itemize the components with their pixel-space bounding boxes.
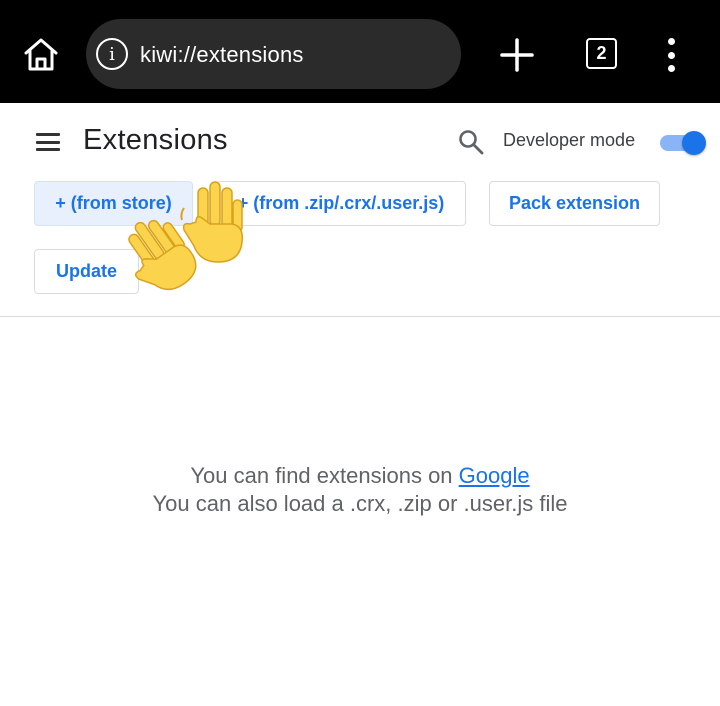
- add-from-file-button[interactable]: + (from .zip/.crx/.user.js): [216, 181, 466, 226]
- home-icon: [24, 38, 58, 71]
- info-icon[interactable]: i: [96, 38, 128, 70]
- section-divider: [0, 316, 720, 317]
- pack-extension-button[interactable]: Pack extension: [489, 181, 660, 226]
- hamburger-menu-icon[interactable]: [36, 133, 60, 151]
- empty-state-message: You can find extensions on Google You ca…: [0, 462, 720, 518]
- empty-state-line2: You can also load a .crx, .zip or .user.…: [152, 491, 568, 516]
- browser-toolbar: i kiwi://extensions 2: [0, 0, 720, 103]
- waving-hand-emoji: [128, 219, 197, 291]
- tab-switcher-button[interactable]: 2: [586, 38, 617, 69]
- home-button[interactable]: [18, 32, 64, 76]
- page-title: Extensions: [83, 124, 228, 156]
- search-icon[interactable]: [457, 128, 485, 156]
- url-text[interactable]: kiwi://extensions: [140, 42, 304, 68]
- empty-state-prefix: You can find extensions on: [190, 463, 459, 488]
- more-vert-icon[interactable]: [656, 36, 686, 74]
- empty-state-line1: You can find extensions on Google: [0, 462, 720, 490]
- plus-icon[interactable]: [496, 34, 538, 76]
- google-link[interactable]: Google: [459, 463, 530, 488]
- developer-mode-label: Developer mode: [503, 130, 636, 150]
- address-bar[interactable]: i kiwi://extensions: [86, 19, 461, 89]
- developer-mode-toggle[interactable]: [660, 130, 706, 155]
